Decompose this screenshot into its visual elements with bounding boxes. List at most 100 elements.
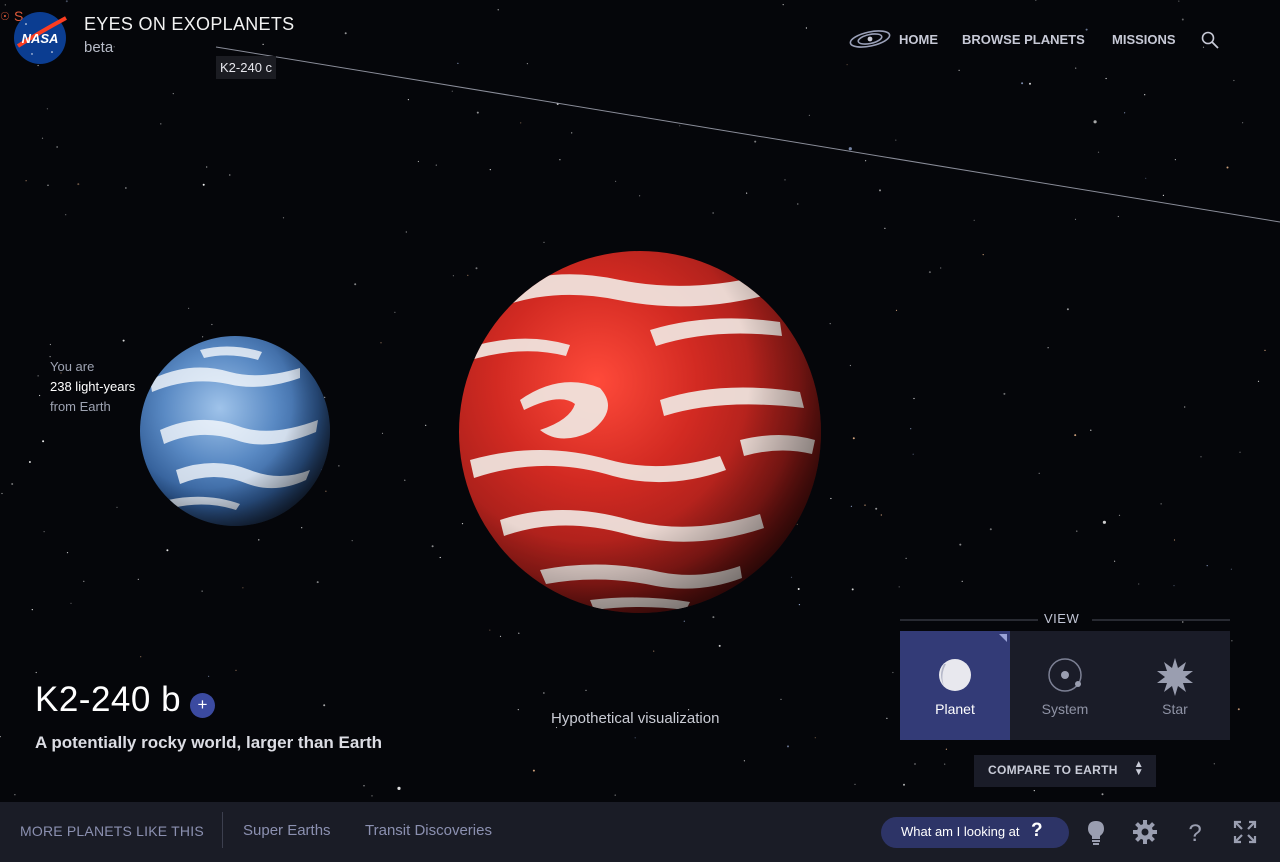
what-am-i-looking-at-button[interactable]: What am I looking at ?: [881, 817, 1069, 848]
star-dot: [517, 709, 519, 711]
star-dot: [211, 323, 213, 326]
star-dot: [945, 748, 948, 750]
distance-line-1: You are: [50, 359, 95, 374]
star-dot: [1075, 67, 1077, 69]
galaxy-icon[interactable]: [848, 28, 892, 50]
star-dot: [585, 689, 587, 692]
star-dot: [56, 146, 58, 148]
view-system-button[interactable]: System: [1010, 631, 1120, 740]
star-dot: [324, 396, 326, 398]
lightbulb-icon[interactable]: [1083, 819, 1109, 845]
star-dot: [1145, 177, 1147, 179]
nav-missions[interactable]: MISSIONS: [1112, 32, 1176, 47]
star-dot: [499, 635, 502, 638]
star-dot: [559, 159, 561, 161]
star-dot: [344, 32, 347, 35]
app-title[interactable]: EYES ON EXOPLANETS: [84, 14, 294, 35]
view-planet-button[interactable]: Planet: [900, 631, 1010, 740]
star-dot: [1021, 82, 1024, 85]
star-dot: [229, 174, 231, 176]
star-dot: [140, 656, 142, 658]
star-dot: [160, 123, 162, 125]
star-dot: [323, 704, 326, 707]
star-dot: [961, 580, 963, 583]
star-dot: [70, 602, 72, 604]
star-dot: [489, 629, 491, 631]
star-dot: [282, 217, 285, 219]
star-dot: [1101, 793, 1104, 796]
star-dot: [614, 794, 616, 796]
star-dot: [895, 139, 897, 141]
star-dot: [1118, 514, 1121, 516]
star-dot: [404, 479, 406, 481]
star-dot: [958, 69, 960, 71]
what-am-i-looking-at-label: What am I looking at: [901, 824, 1020, 839]
star-dot: [4, 4, 6, 6]
star-dot: [475, 267, 478, 270]
star-dot: [532, 769, 535, 772]
view-selector: Planet System Star: [900, 631, 1230, 740]
star-dot: [790, 576, 793, 578]
star-dot: [1093, 120, 1097, 124]
view-star-button[interactable]: Star: [1120, 631, 1230, 740]
star-dot: [526, 63, 529, 65]
search-icon[interactable]: [1200, 30, 1220, 50]
star-dot: [653, 650, 655, 652]
view-planet-label: Planet: [935, 701, 975, 717]
star-dot: [797, 588, 800, 590]
star-dot: [895, 309, 898, 311]
star-dot: [940, 267, 942, 269]
star-dot: [1200, 456, 1202, 458]
star-dot: [25, 180, 27, 182]
tag-super-earths[interactable]: Super Earths: [243, 822, 331, 839]
star-dot: [31, 609, 33, 611]
star-dot: [797, 203, 799, 205]
star-dot: [242, 587, 244, 589]
star-dot: [989, 528, 992, 531]
select-arrows-icon: ▲ ▼: [1133, 759, 1144, 778]
star-dot: [1226, 166, 1229, 169]
nasa-logo-text: NASA: [22, 31, 59, 46]
compare-to-earth-select[interactable]: COMPARE TO EARTH ▲ ▼: [974, 755, 1156, 787]
star-dot: [1066, 308, 1069, 311]
star-dot: [808, 114, 811, 116]
star-dot: [787, 745, 789, 748]
star-dot: [1102, 520, 1106, 524]
planet-icon: [939, 659, 971, 691]
nasa-logo[interactable]: NASA: [12, 10, 68, 66]
star-dot: [43, 531, 45, 533]
star-dot: [172, 93, 174, 95]
star-dot: [49, 343, 52, 346]
star-dot: [206, 166, 208, 168]
star-dot: [784, 179, 786, 181]
bottom-divider: [222, 812, 223, 848]
star-dot: [113, 46, 115, 48]
more-planets-label: MORE PLANETS LIKE THIS: [20, 823, 204, 839]
fullscreen-icon[interactable]: [1232, 819, 1258, 845]
star-dot: [49, 356, 51, 358]
star-dot: [683, 620, 685, 622]
tag-transit-discoveries[interactable]: Transit Discoveries: [365, 822, 492, 839]
star-dot: [892, 671, 894, 674]
nav-browse-planets[interactable]: BROWSE PLANETS: [962, 32, 1085, 47]
star-dot: [1144, 94, 1146, 96]
star-dot: [1231, 640, 1233, 642]
star-dot: [615, 180, 617, 182]
star-dot: [1213, 763, 1215, 765]
settings-gear-icon[interactable]: [1132, 819, 1158, 845]
star-dot: [417, 160, 419, 163]
star-dot: [407, 99, 409, 101]
view-label: VIEW: [1044, 611, 1080, 626]
star-dot: [914, 763, 916, 765]
star-dot: [718, 644, 721, 647]
star-dot: [1117, 215, 1119, 218]
orbit-planet-label[interactable]: K2-240 c: [216, 56, 277, 79]
star-dot: [814, 737, 816, 739]
nav-home[interactable]: HOME: [899, 32, 938, 47]
help-icon[interactable]: ?: [1182, 819, 1208, 845]
corner-target-icon: ☉: [0, 11, 10, 23]
star-dot: [1003, 392, 1006, 395]
star-dot: [37, 375, 39, 377]
add-planet-button[interactable]: +: [190, 693, 215, 718]
star-dot: [912, 453, 914, 455]
